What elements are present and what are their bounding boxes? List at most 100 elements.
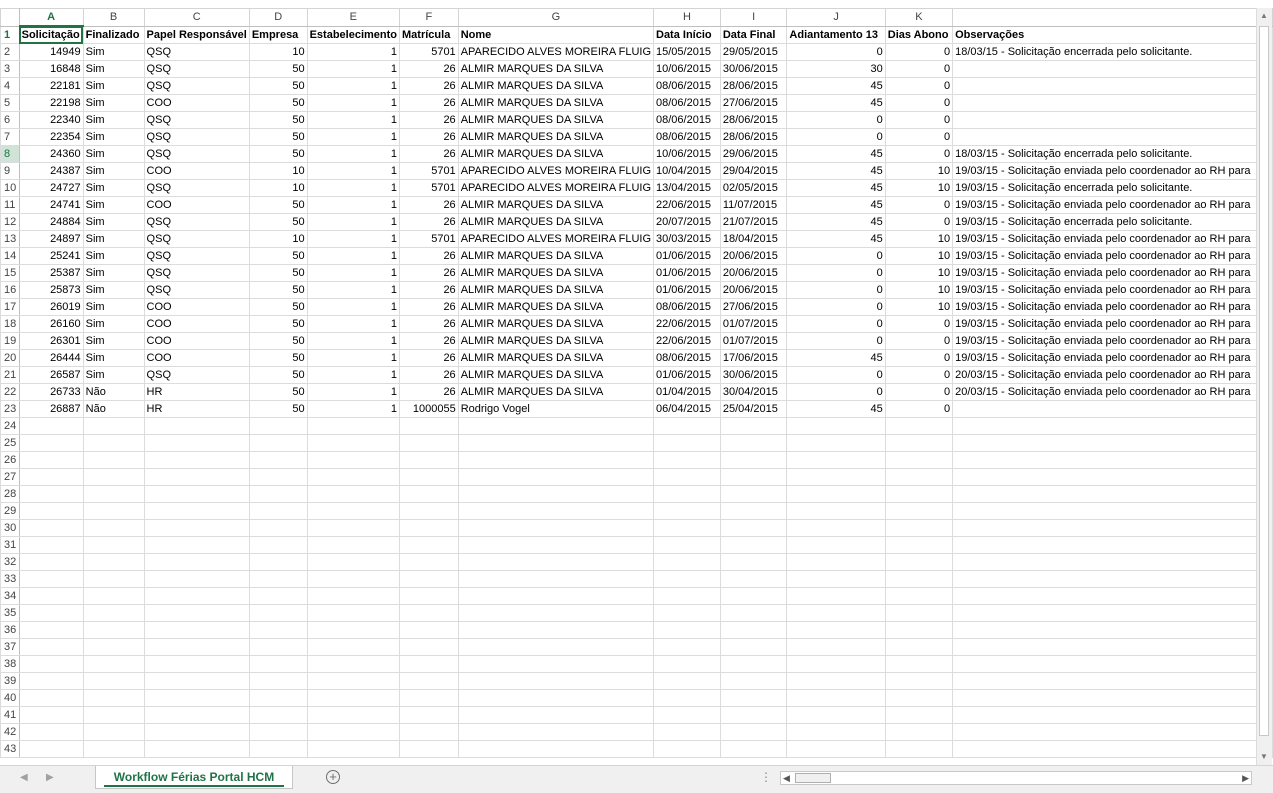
cell[interactable] (306, 723, 401, 741)
cell[interactable]: 45 (786, 94, 886, 112)
cell[interactable] (143, 740, 250, 758)
cell[interactable]: QSQ (143, 230, 250, 248)
header-cell[interactable]: Dias Abono (884, 25, 954, 44)
row-header[interactable]: 33 (0, 570, 20, 588)
cell[interactable]: 20/03/15 - Solicitação enviada pelo coor… (952, 383, 1273, 401)
cell[interactable]: ALMIR MARQUES DA SILVA (457, 94, 655, 112)
cell[interactable] (18, 536, 84, 554)
cell[interactable]: 1 (306, 400, 401, 418)
cell[interactable] (18, 604, 84, 622)
row-header[interactable]: 41 (0, 706, 20, 724)
cell[interactable] (82, 451, 145, 469)
cell[interactable] (719, 723, 788, 741)
cell[interactable]: 25/04/2015 (719, 400, 788, 418)
cell[interactable] (719, 740, 788, 758)
column-header[interactable]: K (884, 8, 954, 27)
cell[interactable]: 50 (248, 400, 308, 418)
cell[interactable]: 50 (248, 60, 308, 78)
cell[interactable] (248, 672, 308, 690)
column-header[interactable]: E (306, 8, 401, 27)
cell[interactable]: 18/03/15 - Solicitação encerrada pelo so… (952, 145, 1273, 163)
cell[interactable] (143, 723, 250, 741)
cell[interactable] (248, 604, 308, 622)
cell[interactable]: 20/06/2015 (719, 281, 788, 299)
cell[interactable]: COO (143, 298, 250, 316)
cell[interactable] (82, 706, 145, 724)
row-header[interactable]: 9 (0, 162, 20, 180)
cell[interactable]: COO (143, 162, 250, 180)
row-header[interactable]: 21 (0, 366, 20, 384)
cell[interactable] (653, 519, 721, 537)
cell[interactable]: 24741 (18, 196, 84, 214)
cell[interactable] (248, 451, 308, 469)
cell[interactable]: 26 (399, 383, 459, 401)
cell[interactable]: 50 (248, 383, 308, 401)
cell[interactable]: ALMIR MARQUES DA SILVA (457, 366, 655, 384)
cell[interactable] (18, 519, 84, 537)
cell[interactable] (82, 519, 145, 537)
cell[interactable] (884, 468, 954, 486)
cell[interactable] (399, 434, 459, 452)
cell[interactable] (884, 536, 954, 554)
cell[interactable] (248, 740, 308, 758)
cell[interactable]: 50 (248, 94, 308, 112)
column-header[interactable]: A (18, 8, 84, 27)
cell[interactable] (18, 434, 84, 452)
cell[interactable] (884, 604, 954, 622)
cell[interactable] (399, 468, 459, 486)
cell[interactable]: APARECIDO ALVES MOREIRA FLUIG (457, 179, 655, 197)
cell[interactable]: 10/06/2015 (653, 145, 721, 163)
cell[interactable]: 50 (248, 213, 308, 231)
header-cell[interactable]: Empresa (248, 25, 308, 44)
cell[interactable]: 28/06/2015 (719, 77, 788, 95)
row-header[interactable]: 24 (0, 417, 20, 435)
cell[interactable]: 28/06/2015 (719, 111, 788, 129)
cell[interactable] (719, 519, 788, 537)
cell[interactable] (653, 740, 721, 758)
cell[interactable]: 26 (399, 315, 459, 333)
cell[interactable] (143, 485, 250, 503)
row-header[interactable]: 42 (0, 723, 20, 741)
cell[interactable] (952, 689, 1273, 707)
cell[interactable] (786, 706, 886, 724)
row-header[interactable]: 8 (0, 145, 20, 163)
column-header[interactable] (952, 8, 1273, 27)
cell[interactable] (248, 570, 308, 588)
cell[interactable] (248, 434, 308, 452)
cell[interactable]: Sim (82, 43, 145, 61)
cell[interactable] (82, 655, 145, 673)
cell[interactable] (719, 604, 788, 622)
cell[interactable]: 17/06/2015 (719, 349, 788, 367)
cell[interactable]: 19/03/15 - Solicitação enviada pelo coor… (952, 281, 1273, 299)
cell[interactable]: 26 (399, 349, 459, 367)
row-header[interactable]: 30 (0, 519, 20, 537)
cell[interactable]: 45 (786, 179, 886, 197)
row-header[interactable]: 15 (0, 264, 20, 282)
cell[interactable] (786, 570, 886, 588)
row-header[interactable]: 39 (0, 672, 20, 690)
select-all-corner[interactable] (0, 8, 20, 27)
cell[interactable] (457, 519, 655, 537)
cell[interactable] (786, 655, 886, 673)
row-header[interactable]: 7 (0, 128, 20, 146)
cell[interactable]: Sim (82, 315, 145, 333)
cell[interactable]: 50 (248, 366, 308, 384)
cell[interactable] (306, 621, 401, 639)
cell[interactable]: 20/03/15 - Solicitação enviada pelo coor… (952, 366, 1273, 384)
cell[interactable]: 26 (399, 128, 459, 146)
cell[interactable] (143, 689, 250, 707)
cell[interactable]: 0 (884, 332, 954, 350)
cell[interactable] (143, 604, 250, 622)
cell[interactable]: 24897 (18, 230, 84, 248)
cell[interactable] (82, 553, 145, 571)
cell[interactable]: Sim (82, 94, 145, 112)
cell[interactable] (884, 485, 954, 503)
cell[interactable]: ALMIR MARQUES DA SILVA (457, 315, 655, 333)
cell[interactable]: 08/06/2015 (653, 298, 721, 316)
cell[interactable] (18, 451, 84, 469)
cell[interactable]: APARECIDO ALVES MOREIRA FLUIG (457, 162, 655, 180)
cell[interactable]: 0 (884, 43, 954, 61)
cell[interactable] (306, 655, 401, 673)
cell[interactable]: 10 (884, 281, 954, 299)
cell[interactable] (786, 672, 886, 690)
